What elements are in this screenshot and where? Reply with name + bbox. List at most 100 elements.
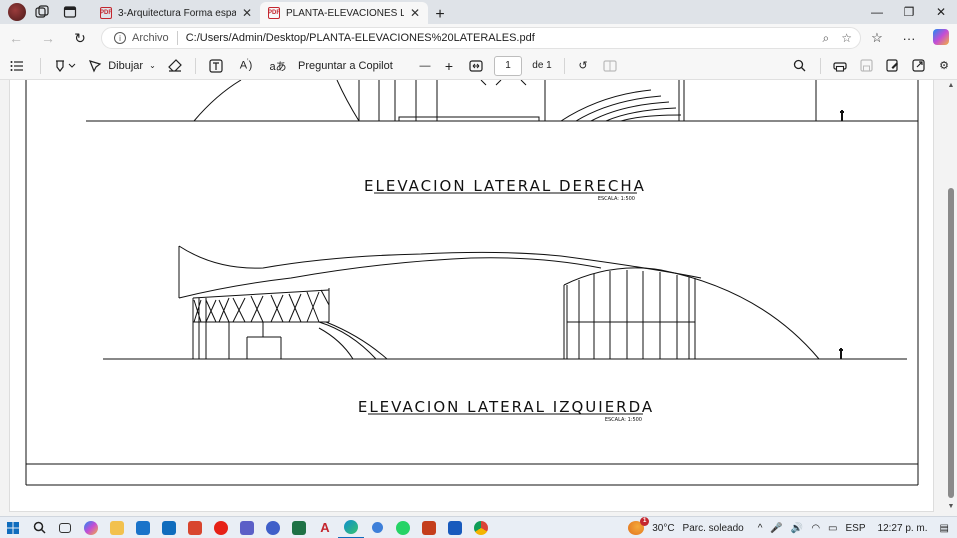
volume-icon[interactable]: 🔊 — [791, 523, 803, 534]
notifications-icon[interactable]: ▤ — [940, 523, 949, 534]
network-app-icon[interactable] — [364, 517, 390, 538]
minimize-icon[interactable]: — — [861, 0, 893, 24]
fit-page-icon[interactable] — [462, 52, 490, 80]
divider — [564, 57, 565, 74]
system-tray: 1 30°C Parc. soleado ^ 🎤 🔊 ◠ ▭ ESP 12:27… — [624, 517, 957, 538]
scroll-up-icon[interactable]: ▲ — [945, 82, 957, 89]
close-tab-icon[interactable]: ✕ — [242, 6, 252, 20]
tab-arquitectura[interactable]: PDF 3-Arquitectura Forma espacio y o ✕ — [92, 2, 260, 24]
store-icon[interactable] — [130, 517, 156, 538]
file-explorer-icon[interactable] — [104, 517, 130, 538]
save-as-icon[interactable] — [879, 52, 905, 80]
workspaces-icon[interactable] — [28, 0, 56, 24]
scroll-down-icon[interactable]: ▼ — [945, 503, 957, 510]
profile-avatar[interactable] — [0, 0, 28, 24]
divider — [176, 31, 178, 45]
zoom-out-icon[interactable]: — — [414, 52, 436, 80]
divider — [195, 57, 196, 74]
save-icon[interactable] — [853, 52, 879, 80]
address-bar: ← → ↻ i Archivo C:/Users/Admin/Desktop/P… — [0, 24, 957, 52]
battery-icon[interactable]: ▭ — [828, 523, 837, 534]
elevation-left-scale: ESCALA: 1:500 — [605, 417, 642, 423]
forward-icon[interactable]: → — [32, 24, 64, 52]
page-number-input[interactable]: 1 — [490, 52, 526, 80]
page-total: de 1 — [532, 60, 552, 71]
url-text[interactable]: C:/Users/Admin/Desktop/PLANTA-ELEVACIONE… — [186, 32, 535, 44]
outlook-icon[interactable] — [156, 517, 182, 538]
url-field[interactable]: i Archivo C:/Users/Admin/Desktop/PLANTA-… — [101, 27, 861, 49]
elevation-right-title: ELEVACION LATERAL DERECHA — [364, 177, 646, 195]
tab-title: 3-Arquitectura Forma espacio y o — [118, 7, 236, 19]
youtube-icon[interactable] — [208, 517, 234, 538]
powerpoint-icon[interactable] — [416, 517, 442, 538]
task-view-icon[interactable] — [52, 517, 78, 538]
mic-muted-icon[interactable]: 🎤 — [770, 523, 782, 534]
wifi-icon[interactable]: ◠ — [811, 523, 820, 534]
more-menu-icon[interactable]: ··· — [893, 31, 925, 46]
teams-icon[interactable] — [234, 517, 260, 538]
weather-icon[interactable]: 1 — [628, 517, 650, 535]
whatsapp-icon[interactable] — [390, 517, 416, 538]
read-aloud-icon[interactable]: Aʼ) — [230, 52, 262, 80]
language-indicator[interactable]: ESP — [846, 523, 866, 534]
scrollbar-thumb[interactable] — [948, 188, 954, 498]
zoom-app-icon[interactable] — [260, 517, 286, 538]
chevron-up-icon[interactable]: ^ — [758, 523, 763, 534]
restore-icon[interactable]: ❐ — [893, 0, 925, 24]
rotate-icon[interactable]: ↺ — [571, 52, 595, 80]
chrome-icon[interactable] — [468, 517, 494, 538]
pen-icon — [89, 59, 102, 72]
settings-gear-icon[interactable]: ⚙ — [931, 52, 957, 80]
zoom-icon[interactable]: ⌕ — [823, 31, 830, 46]
edge-icon[interactable] — [338, 517, 364, 538]
vertical-scrollbar[interactable]: ▲ ▼ — [945, 80, 957, 512]
fullscreen-icon[interactable] — [905, 52, 931, 80]
pdf-file-icon: PDF — [100, 7, 112, 19]
eraser-icon[interactable] — [161, 52, 189, 80]
ask-copilot-label: Preguntar a Copilot — [298, 59, 393, 72]
weather-badge: 1 — [640, 517, 650, 526]
add-text-icon[interactable] — [202, 52, 230, 80]
close-window-icon[interactable]: ✕ — [925, 0, 957, 24]
favorite-star-icon[interactable]: ☆ — [841, 31, 852, 46]
draw-label: Dibujar — [108, 59, 144, 72]
search-icon[interactable] — [26, 517, 52, 538]
weather-desc[interactable]: Parc. soleado — [683, 523, 744, 534]
pdf-toolbar: Dibujar ⌄ Aʼ) aあ Preguntar a Copilot — +… — [0, 52, 957, 80]
contents-icon[interactable] — [0, 52, 34, 80]
zoom-in-icon[interactable]: + — [436, 52, 462, 80]
print-icon[interactable] — [827, 52, 853, 80]
tab-title: PLANTA-ELEVACIONES LATERALES — [286, 7, 404, 19]
translate-icon[interactable]: aあ — [262, 52, 294, 80]
new-tab-button[interactable]: + — [428, 6, 452, 24]
back-icon[interactable]: ← — [0, 24, 32, 52]
search-icon[interactable] — [784, 52, 814, 80]
elevation-left-title: ELEVACION LATERAL IZQUIERDA — [358, 398, 654, 416]
info-icon[interactable]: i — [114, 32, 126, 44]
clock[interactable]: 12:27 p. m. — [878, 523, 928, 534]
start-windows-icon[interactable] — [0, 517, 26, 538]
word-icon[interactable] — [442, 517, 468, 538]
tab-actions-icon[interactable] — [56, 0, 84, 24]
protocol-label: Archivo — [132, 32, 169, 44]
draw-button[interactable]: Dibujar ⌄ — [83, 52, 161, 80]
page-view-icon[interactable] — [595, 52, 625, 80]
pdf-viewer[interactable]: ELEVACION LATERAL DERECHA ESCALA: 1:500 … — [0, 80, 945, 512]
refresh-icon[interactable]: ↻ — [64, 24, 96, 52]
pdf-page: ELEVACION LATERAL DERECHA ESCALA: 1:500 … — [9, 80, 934, 512]
acrobat-icon[interactable]: A — [312, 517, 338, 538]
pdf-file-icon: PDF — [268, 7, 280, 19]
copilot-icon[interactable] — [925, 28, 957, 48]
copilot-app-icon[interactable] — [78, 517, 104, 538]
avatar[interactable] — [8, 3, 26, 21]
weather-temp[interactable]: 30°C — [652, 523, 674, 534]
highlight-icon[interactable] — [47, 52, 83, 80]
media-app-icon[interactable] — [182, 517, 208, 538]
tab-planta-elevaciones[interactable]: PDF PLANTA-ELEVACIONES LATERALES ✕ — [260, 2, 428, 24]
chevron-down-icon: ⌄ — [149, 61, 156, 70]
page-current[interactable]: 1 — [494, 55, 522, 76]
favorites-icon[interactable]: ☆ — [861, 30, 893, 46]
ask-copilot-button[interactable]: Preguntar a Copilot — [294, 52, 404, 80]
excel-icon[interactable] — [286, 517, 312, 538]
close-tab-icon[interactable]: ✕ — [410, 6, 420, 20]
